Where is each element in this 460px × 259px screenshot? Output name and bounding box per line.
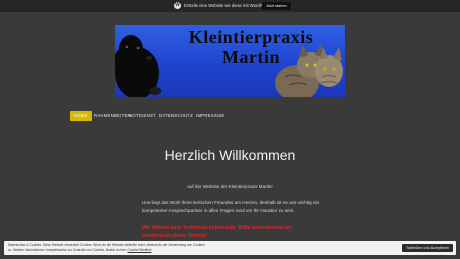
intro-text: auf der Website der Kleintierpraxis Mart… xyxy=(187,184,273,189)
wordpress-promo-bar: W Erstelle eine Website wie diese mit Wo… xyxy=(0,0,460,12)
cookie-banner: Datenschutz & Cookies: Diese Website ver… xyxy=(4,241,456,255)
accept-cookies-button[interactable]: Schließen und Akzeptieren xyxy=(402,244,453,252)
cookie-text-body: Datenschutz & Cookies: Diese Website ver… xyxy=(8,243,205,252)
page-heading: Herzlich Willkommen xyxy=(164,147,296,163)
start-now-button[interactable]: Jetzt starten xyxy=(262,2,291,10)
dog-image xyxy=(115,35,161,97)
header-banner[interactable]: Kleintierpraxis Martin xyxy=(115,25,345,97)
appointment-alert: Wir führen eine Terminsprechstunde. Bitt… xyxy=(142,225,292,239)
site-title-line1: Kleintierpraxis xyxy=(188,27,314,47)
nav-item-impressum[interactable]: Impressum xyxy=(196,111,224,121)
welcome-paragraph: Uns liegt das Wohl Ihres tierischen Freu… xyxy=(142,200,320,213)
nav-item-notdienst[interactable]: Notdienst xyxy=(129,111,156,121)
site-title-line2: Martin xyxy=(222,47,280,67)
nav-item-datenschutz[interactable]: Datenschutz xyxy=(159,111,193,121)
nav-item-home[interactable]: Home xyxy=(70,111,92,121)
cookie-text: Datenschutz & Cookies: Diese Website ver… xyxy=(8,243,208,253)
cookie-policy-link[interactable]: Cookie-Richtlinie xyxy=(128,248,152,252)
site-title: Kleintierpraxis Martin xyxy=(161,27,341,67)
wordpress-logo-icon: W xyxy=(174,2,181,9)
nav-item-rahmenbeiten[interactable]: Rahmenbeiten xyxy=(94,111,131,121)
